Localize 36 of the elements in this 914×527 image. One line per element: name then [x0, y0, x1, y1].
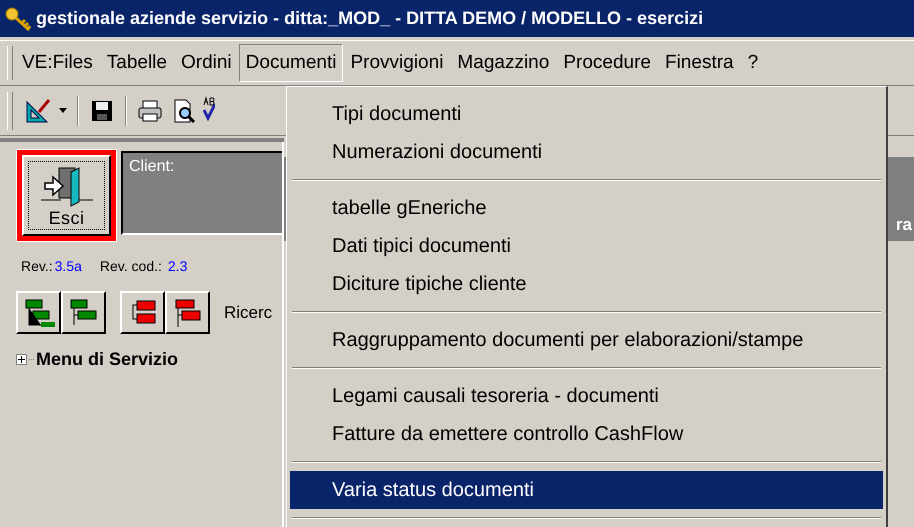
expand-all-button[interactable] [120, 291, 165, 334]
menu-option[interactable]: Legami causali tesoreria - documenti [290, 377, 883, 415]
menu-option[interactable]: Numerazioni documenti [290, 133, 883, 171]
menu-item[interactable]: Procedure [556, 44, 658, 82]
menu-option[interactable]: Varia status documenti [290, 471, 883, 509]
collapse-all-button[interactable] [165, 291, 210, 334]
menu-item[interactable]: Provvigioni [343, 44, 450, 82]
menu-item[interactable]: Ordini [174, 44, 239, 82]
menu-option[interactable]: Diciture tipiche cliente [290, 265, 883, 303]
exit-door-icon [40, 166, 92, 208]
client-label: Client: [129, 158, 174, 175]
menu-item[interactable]: Magazzino [450, 44, 556, 82]
menu-option[interactable]: Tipi documenti [290, 95, 883, 133]
revision-label: Rev.: [21, 257, 53, 276]
menu-option[interactable]: Fatture da emettere controllo CashFlow [290, 415, 883, 453]
menu-item[interactable]: Documenti [238, 44, 344, 82]
exit-button[interactable]: Esci [22, 155, 111, 236]
menu-item[interactable]: VE:Files [15, 44, 100, 82]
menu-option[interactable]: tabelle gEneriche [290, 189, 883, 227]
menu-item[interactable]: ? [740, 44, 766, 82]
menu-item[interactable]: Tabelle [100, 44, 174, 82]
key-icon [4, 6, 32, 32]
panel-heading: ra [896, 214, 913, 236]
menu-item[interactable]: Finestra [658, 44, 741, 82]
expand-icon[interactable] [16, 354, 27, 365]
search-label: Ricerc [224, 302, 272, 324]
expand-tree-button[interactable] [16, 291, 61, 334]
code-revision-value: 2.3 [168, 257, 188, 276]
window-title: gestionale aziende servizio - ditta:_MOD_ - DITTA DEMO / MODELLO - esercizi [36, 7, 704, 30]
tree-node[interactable]: Menu di Servizio [36, 346, 178, 373]
menu-option[interactable]: Dati tipici documenti [290, 227, 883, 265]
code-revision-label: Rev. cod.: [100, 257, 162, 276]
revision-value: 3.5a [54, 257, 82, 276]
menu-option[interactable]: Raggruppamento documenti per elaborazioni/stampe [290, 321, 883, 359]
collapse-tree-button[interactable] [61, 291, 106, 334]
tree-icon [22, 296, 54, 328]
